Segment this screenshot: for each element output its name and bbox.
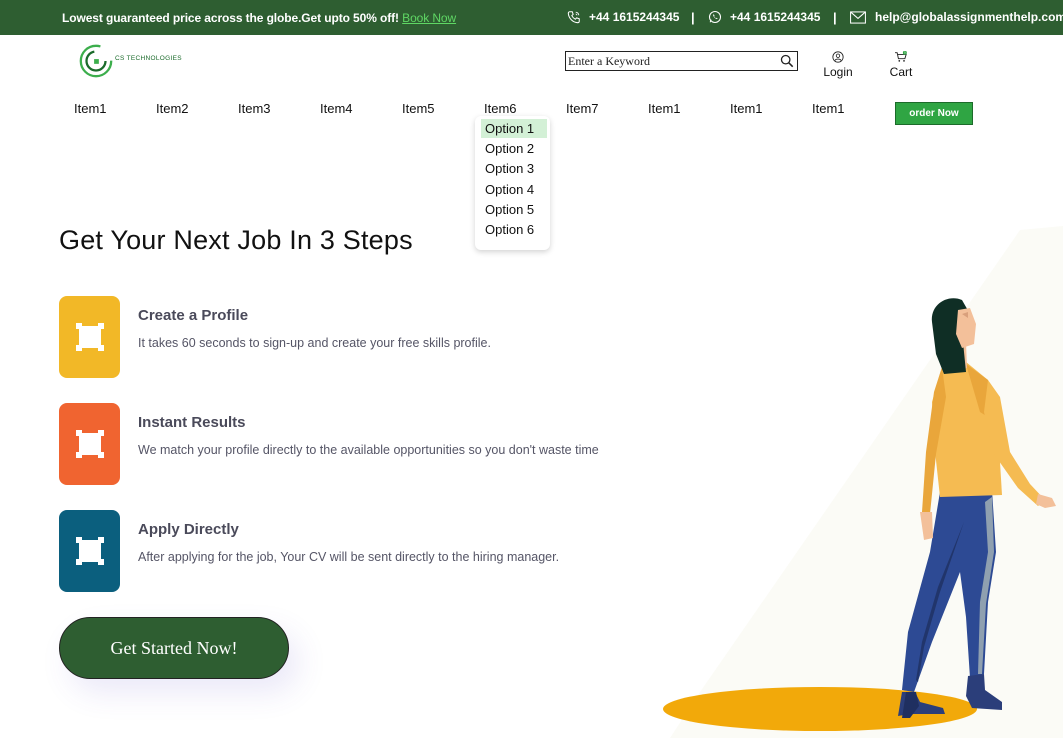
dropdown-option[interactable]: Option 4 [481, 180, 547, 199]
step-description: It takes 60 seconds to sign-up and creat… [138, 336, 491, 350]
square-frame-icon [76, 537, 104, 565]
step-icon-box [59, 510, 120, 592]
dropdown-option[interactable]: Option 1 [481, 119, 547, 138]
email-address: help@globalassignmenthelp.com [875, 10, 1063, 24]
nav-item[interactable]: Item4 [320, 101, 353, 116]
phone-icon [567, 11, 580, 24]
step-icon-box [59, 403, 120, 485]
search-icon[interactable] [780, 54, 794, 68]
nav-item-open[interactable]: Item6 [484, 101, 517, 116]
phone-number: +44 1615244345 [589, 10, 680, 24]
whatsapp-contact[interactable]: +44 1615244345 [708, 10, 820, 24]
step-title: Apply Directly [138, 521, 239, 538]
promo-message: Lowest guaranteed price across the globe… [62, 11, 456, 25]
nav-item[interactable]: Item3 [238, 101, 271, 116]
nav-item[interactable]: Item2 [156, 101, 189, 116]
dropdown-menu: Option 1 Option 2 Option 3 Option 4 Opti… [475, 116, 550, 250]
promo-bar: Lowest guaranteed price across the globe… [0, 0, 1063, 35]
whatsapp-icon [708, 10, 722, 24]
square-frame-icon [76, 430, 104, 458]
woman-illustration [663, 226, 1063, 738]
separator: | [833, 10, 837, 25]
nav-item[interactable]: Item1 [648, 101, 681, 116]
email-contact[interactable]: help@globalassignmenthelp.com [849, 10, 1063, 24]
dropdown-option[interactable]: Option 3 [481, 159, 547, 178]
nav-item[interactable]: Item1 [812, 101, 845, 116]
logo-text: CS TECHNOLOGIES [115, 55, 182, 62]
step-description: We match your profile directly to the av… [138, 443, 599, 457]
login-label: Login [823, 65, 853, 79]
separator: | [691, 10, 695, 25]
page-heading: Get Your Next Job In 3 Steps [59, 225, 413, 255]
cart-icon: 0 [895, 51, 907, 62]
step-title: Create a Profile [138, 307, 249, 324]
phone-contact[interactable]: +44 1615244345 [567, 10, 679, 24]
nav-item[interactable]: Item1 [74, 101, 107, 116]
user-icon [832, 51, 844, 63]
promo-text: Lowest guaranteed price across the globe… [62, 11, 403, 25]
login-button[interactable]: Login [823, 51, 853, 79]
step-description: After applying for the job, Your CV will… [138, 550, 560, 564]
square-frame-icon [76, 323, 104, 351]
nav-item[interactable]: Item5 [402, 101, 435, 116]
search-input[interactable] [568, 53, 774, 69]
mail-icon [850, 10, 866, 24]
nav-item[interactable]: Item1 [730, 101, 763, 116]
cart-button[interactable]: 0 Cart [889, 51, 913, 79]
logo-mark-icon [79, 44, 113, 78]
step-icon-box [59, 296, 120, 378]
book-now-link[interactable]: Book Now [402, 11, 456, 25]
cart-label: Cart [889, 65, 913, 79]
step-title: Instant Results [138, 414, 246, 431]
search-box[interactable] [565, 51, 798, 71]
dropdown-option[interactable]: Option 2 [481, 139, 547, 158]
dropdown-option[interactable]: Option 6 [481, 220, 547, 239]
get-started-button[interactable]: Get Started Now! [59, 617, 289, 679]
order-now-button[interactable]: order Now [895, 102, 973, 125]
dropdown-option[interactable]: Option 5 [481, 200, 547, 219]
whatsapp-number: +44 1615244345 [730, 10, 821, 24]
nav-item[interactable]: Item7 [566, 101, 599, 116]
